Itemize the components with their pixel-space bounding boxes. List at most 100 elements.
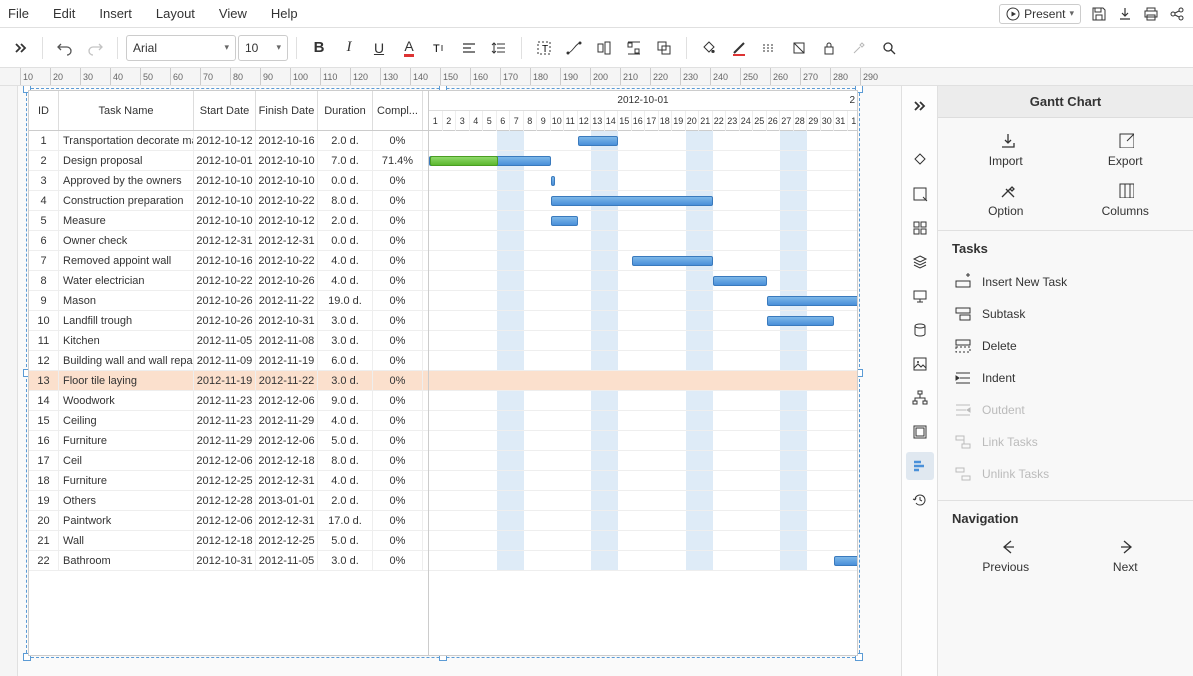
table-row[interactable]: 22Bathroom2012-10-312012-11-053.0 d.0% <box>29 551 428 571</box>
col-header-id[interactable]: ID <box>29 91 59 130</box>
expand-panel-icon[interactable] <box>906 92 934 120</box>
search-button[interactable] <box>875 34 903 62</box>
timeline-row[interactable] <box>429 411 857 431</box>
group-button[interactable] <box>650 34 678 62</box>
font-family-select[interactable]: Arial▾ <box>126 35 236 61</box>
timeline-row[interactable] <box>429 451 857 471</box>
text-box-button[interactable]: T <box>530 34 558 62</box>
fill-button[interactable] <box>695 34 723 62</box>
canvas[interactable]: ID Task Name Start Date Finish Date Dura… <box>0 86 901 676</box>
col-header-finish[interactable]: Finish Date <box>256 91 318 130</box>
col-header-duration[interactable]: Duration <box>318 91 373 130</box>
font-color-button[interactable]: A <box>395 34 423 62</box>
timeline-row[interactable] <box>429 391 857 411</box>
timeline-row[interactable] <box>429 251 857 271</box>
timeline-row[interactable] <box>429 151 857 171</box>
menu-view[interactable]: View <box>219 6 247 21</box>
presentation-tool-icon[interactable] <box>906 282 934 310</box>
lock-button[interactable] <box>815 34 843 62</box>
timeline-row[interactable] <box>429 231 857 251</box>
table-row[interactable]: 17Ceil2012-12-062012-12-188.0 d.0% <box>29 451 428 471</box>
fill-tool-icon[interactable] <box>906 146 934 174</box>
task-bar[interactable] <box>578 136 619 146</box>
grid-tool-icon[interactable] <box>906 214 934 242</box>
distribute-button[interactable] <box>620 34 648 62</box>
table-row[interactable]: 8Water electrician2012-10-222012-10-264.… <box>29 271 428 291</box>
present-button[interactable]: Present ▾ <box>999 4 1081 24</box>
col-header-name[interactable]: Task Name <box>59 91 194 130</box>
align-button[interactable] <box>455 34 483 62</box>
print-icon[interactable] <box>1143 6 1159 22</box>
table-row[interactable]: 11Kitchen2012-11-052012-11-083.0 d.0% <box>29 331 428 351</box>
subtask-button[interactable]: Subtask <box>946 298 1185 330</box>
task-bar[interactable] <box>551 216 578 226</box>
menu-file[interactable]: File <box>8 6 29 21</box>
undo-button[interactable] <box>51 34 79 62</box>
menu-edit[interactable]: Edit <box>53 6 75 21</box>
task-bar[interactable] <box>713 276 767 286</box>
table-row[interactable]: 4Construction preparation2012-10-102012-… <box>29 191 428 211</box>
col-header-start[interactable]: Start Date <box>194 91 256 130</box>
task-bar[interactable] <box>834 556 857 566</box>
task-bar[interactable] <box>767 296 858 306</box>
timeline-row[interactable] <box>429 351 857 371</box>
table-row[interactable]: 16Furniture2012-11-292012-12-065.0 d.0% <box>29 431 428 451</box>
table-row[interactable]: 19Others2012-12-282013-01-012.0 d.0% <box>29 491 428 511</box>
indent-button[interactable]: Indent <box>946 362 1185 394</box>
timeline-row[interactable] <box>429 431 857 451</box>
timeline-row[interactable] <box>429 331 857 351</box>
layers-tool-icon[interactable] <box>906 248 934 276</box>
table-row[interactable]: 21Wall2012-12-182012-12-255.0 d.0% <box>29 531 428 551</box>
save-icon[interactable] <box>1091 6 1107 22</box>
table-row[interactable]: 1Transportation decorate ma...2012-10-12… <box>29 131 428 151</box>
table-row[interactable]: 9Mason2012-10-262012-11-2219.0 d.0% <box>29 291 428 311</box>
gantt-object[interactable]: ID Task Name Start Date Finish Date Dura… <box>28 90 858 656</box>
table-row[interactable]: 7Removed appoint wall2012-10-162012-10-2… <box>29 251 428 271</box>
frame-tool-icon[interactable] <box>906 418 934 446</box>
task-bar[interactable] <box>767 316 835 326</box>
task-bar[interactable] <box>429 156 551 166</box>
timeline-row[interactable] <box>429 471 857 491</box>
gantt-tool-icon[interactable] <box>906 452 934 480</box>
shape-tool-icon[interactable] <box>906 180 934 208</box>
table-row[interactable]: 15Ceiling2012-11-232012-11-294.0 d.0% <box>29 411 428 431</box>
image-tool-icon[interactable] <box>906 350 934 378</box>
timeline-row[interactable] <box>429 211 857 231</box>
align-objects-button[interactable] <box>590 34 618 62</box>
table-row[interactable]: 14Woodwork2012-11-232012-12-069.0 d.0% <box>29 391 428 411</box>
import-button[interactable]: Import <box>946 130 1066 168</box>
table-row[interactable]: 13Floor tile laying2012-11-192012-11-223… <box>29 371 428 391</box>
table-row[interactable]: 2Design proposal2012-10-012012-10-107.0 … <box>29 151 428 171</box>
option-button[interactable]: Option <box>946 180 1066 218</box>
table-row[interactable]: 6Owner check2012-12-312012-12-310.0 d.0% <box>29 231 428 251</box>
line-spacing-button[interactable] <box>485 34 513 62</box>
org-tool-icon[interactable] <box>906 384 934 412</box>
table-row[interactable]: 3Approved by the owners2012-10-102012-10… <box>29 171 428 191</box>
connector-button[interactable] <box>560 34 588 62</box>
timeline-row[interactable] <box>429 531 857 551</box>
expand-toolbar-icon[interactable] <box>8 38 34 58</box>
menu-layout[interactable]: Layout <box>156 6 195 21</box>
timeline-row[interactable] <box>429 311 857 331</box>
timeline-row[interactable] <box>429 131 857 151</box>
timeline-row[interactable] <box>429 171 857 191</box>
previous-button[interactable]: Previous <box>946 536 1066 574</box>
tools-button[interactable] <box>845 34 873 62</box>
table-row[interactable]: 5Measure2012-10-102012-10-122.0 d.0% <box>29 211 428 231</box>
share-icon[interactable] <box>1169 6 1185 22</box>
menu-help[interactable]: Help <box>271 6 298 21</box>
task-bar[interactable] <box>632 256 713 266</box>
delete-button[interactable]: Delete <box>946 330 1185 362</box>
crop-button[interactable] <box>785 34 813 62</box>
timeline-row[interactable] <box>429 551 857 571</box>
table-row[interactable]: 18Furniture2012-12-252012-12-314.0 d.0% <box>29 471 428 491</box>
underline-button[interactable]: U <box>365 34 393 62</box>
table-row[interactable]: 20Paintwork2012-12-062012-12-3117.0 d.0% <box>29 511 428 531</box>
font-size-select[interactable]: 10▾ <box>238 35 288 61</box>
timeline-row[interactable] <box>429 191 857 211</box>
menu-insert[interactable]: Insert <box>99 6 132 21</box>
task-bar[interactable] <box>551 176 555 186</box>
task-bar[interactable] <box>551 196 713 206</box>
export-button[interactable]: Export <box>1066 130 1186 168</box>
columns-button[interactable]: Columns <box>1066 180 1186 218</box>
